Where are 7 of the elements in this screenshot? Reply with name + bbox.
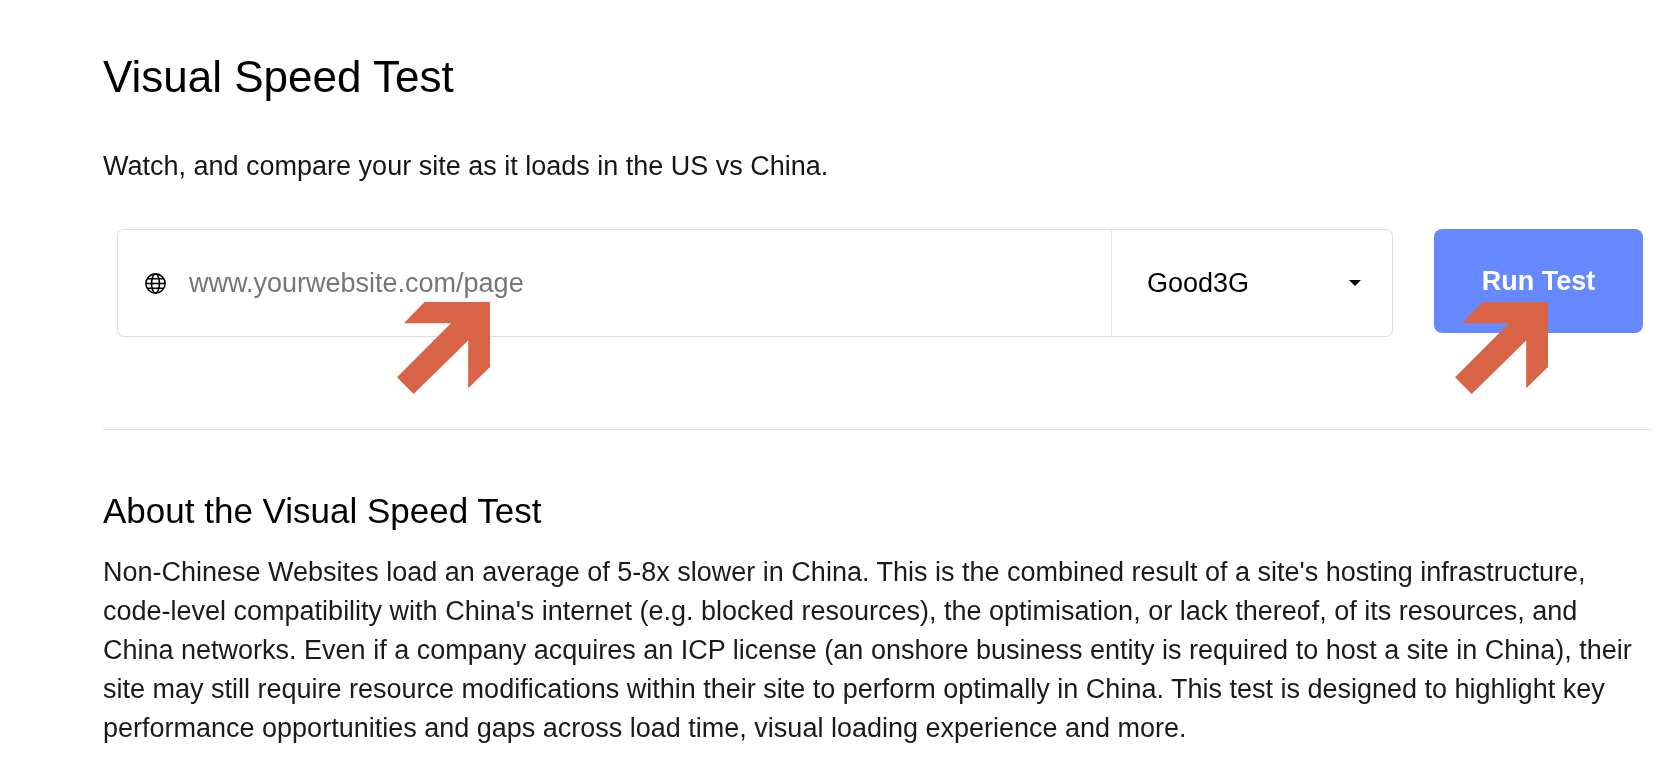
about-paragraph: Non-Chinese Websites load an average of 5-8x slower in China. This is the combined result of a site's hosting infrastructure, code-level compatibility with China's internet (e.g. blocked resources), the optimisation, or lack thereof, of its resources, and China networks. Even if a company acquires an ICP license (an onshore business entity is required to host a site in China), their site may still require resource modifications within their site to perform optimally in China. This test is designed to highlight key performance opportunities and gaps across load time, visual loading experience and more. — [103, 556, 1633, 745]
globe-icon — [145, 272, 166, 294]
caret-icon — [1349, 280, 1361, 286]
section-heading: About the Visual Speed Test — [103, 491, 542, 531]
page-title: Visual Speed Test — [103, 52, 454, 102]
page-subtitle: Watch, and compare your site as it loads in the US vs China. — [103, 151, 829, 182]
connection-select[interactable]: Good3G — [1111, 229, 1393, 337]
